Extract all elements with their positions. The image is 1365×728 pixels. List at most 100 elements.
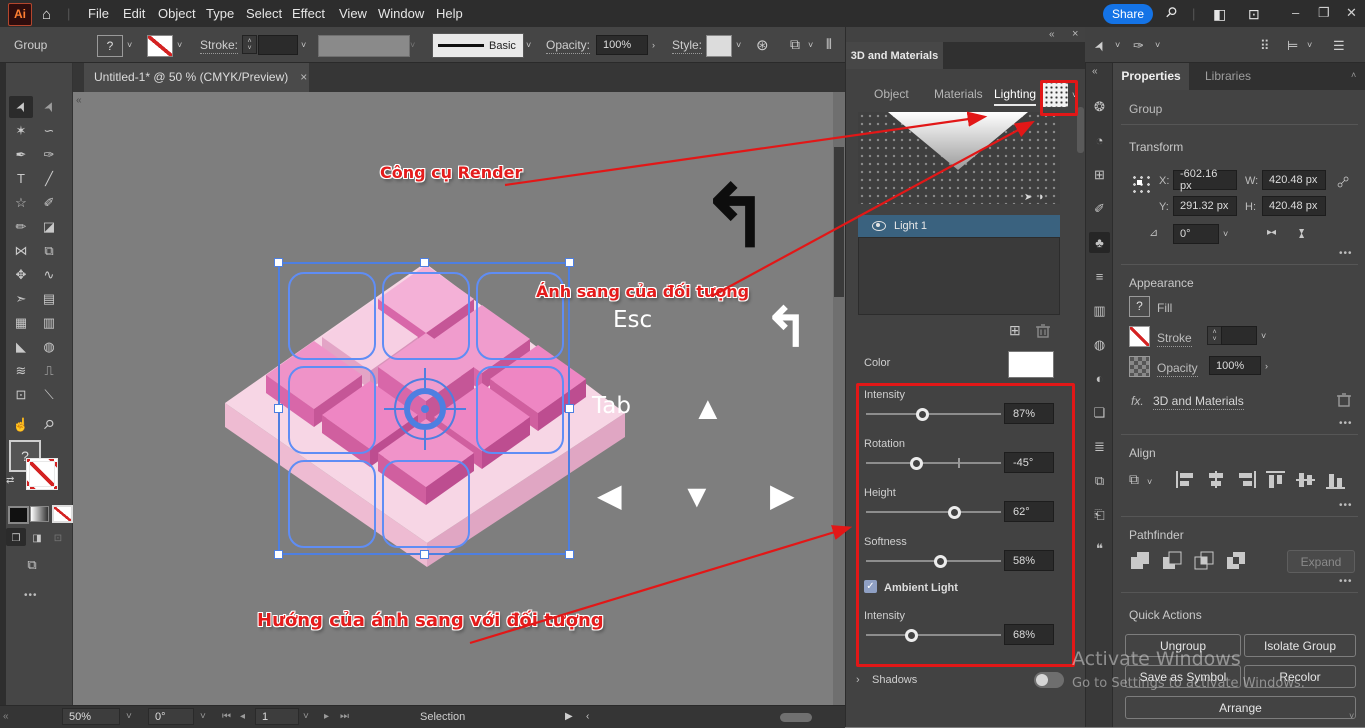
ungroup-button[interactable]: Ungroup <box>1125 634 1241 657</box>
swap-fill-stroke-icon[interactable]: ⇄ <box>6 476 14 486</box>
shape-tool[interactable]: ☆ <box>9 192 33 214</box>
chevron-down-icon[interactable]: ˅ <box>1223 229 1228 239</box>
align-bottom-button[interactable] <box>1325 470 1347 490</box>
reference-point-grid[interactable] <box>1129 172 1150 193</box>
fx-3d-materials-link[interactable]: 3D and Materials <box>1153 394 1244 410</box>
slice-tool[interactable]: ⟍ <box>37 384 61 406</box>
forward-light-icon[interactable]: ➤ <box>1024 193 1032 203</box>
transparency-panel-icon[interactable]: ◍ <box>1089 334 1110 355</box>
chevron-down-icon[interactable]: ˅ <box>127 40 132 50</box>
menu-view[interactable]: View <box>339 6 367 21</box>
chevron-down-icon[interactable]: ˅ <box>200 711 206 722</box>
artboard-tool[interactable]: ⊡ <box>9 384 33 406</box>
menu-window[interactable]: Window <box>378 6 424 21</box>
minimize-button[interactable]: – <box>1292 5 1299 20</box>
fill-swatch[interactable]: ? <box>1129 296 1150 317</box>
menu-effect[interactable]: Effect <box>292 6 325 21</box>
eraser-tool[interactable]: ◪ <box>37 216 61 238</box>
zoom-tool[interactable]: ⚲ <box>37 414 61 436</box>
more-options-icon[interactable]: ••• <box>1339 576 1353 587</box>
menu-type[interactable]: Type <box>206 6 234 21</box>
previous-artboard-icon[interactable]: ◂ <box>240 711 245 722</box>
pathfinder-intersect-button[interactable] <box>1193 550 1215 570</box>
caret-down-icon[interactable]: ˅ <box>1212 336 1216 343</box>
expand-button[interactable]: Expand <box>1287 550 1355 573</box>
isolate-group-button[interactable]: Isolate Group <box>1244 634 1356 657</box>
close-tab-icon[interactable]: × <box>300 70 307 84</box>
menu-edit[interactable]: Edit <box>123 6 145 21</box>
light-color-swatch[interactable] <box>1008 351 1054 378</box>
save-as-symbol-button[interactable]: Save as Symbol <box>1125 665 1241 688</box>
selection-handle[interactable] <box>565 550 574 559</box>
graphic-styles-panel-icon[interactable]: ❏ <box>1089 402 1110 423</box>
line-segment-tool[interactable]: ╱ <box>37 168 61 190</box>
chevron-right-icon[interactable]: › <box>1265 361 1268 371</box>
stroke-label[interactable]: Stroke: <box>200 38 238 54</box>
comments-panel-icon[interactable]: ❝ <box>1089 538 1110 559</box>
eyedropper-tool[interactable]: ◣ <box>9 336 33 358</box>
chevron-down-icon[interactable]: ˅ <box>177 40 182 50</box>
align-right-button[interactable] <box>1235 470 1257 490</box>
delete-effect-icon[interactable] <box>1337 392 1351 407</box>
chevron-down-icon[interactable]: ˅ <box>1155 40 1160 50</box>
shaper-tool[interactable]: ∿ <box>37 264 61 286</box>
add-light-icon[interactable]: ⊞ <box>1009 323 1021 337</box>
stroke-swatch[interactable] <box>1129 326 1150 347</box>
chevron-down-icon[interactable]: ˅ <box>1147 477 1152 487</box>
rotate-field[interactable]: 0° <box>1173 224 1219 244</box>
stroke-width-stepper[interactable]: ˄ ˅ <box>1207 326 1222 345</box>
draw-behind-mode[interactable]: ◨ <box>27 528 47 546</box>
asset-export-panel-icon[interactable]: ⎗ <box>1089 504 1110 525</box>
fill-swatch[interactable]: ? <box>97 35 123 57</box>
panel-flow-icon[interactable]: ⊨ <box>1287 38 1298 54</box>
menu-help[interactable]: Help <box>436 6 463 21</box>
brushes-panel-icon[interactable]: ✐ <box>1089 198 1110 219</box>
recolor-button[interactable]: Recolor <box>1244 665 1356 688</box>
document-tab[interactable]: Untitled-1* @ 50 % (CMYK/Preview) × <box>84 62 309 92</box>
artboard-number-field[interactable]: 1 <box>255 708 299 725</box>
width-profile-dropdown[interactable] <box>318 35 410 57</box>
chevrons-left-icon[interactable]: « <box>3 712 9 722</box>
illustrator-logo-icon[interactable]: Ai <box>8 3 32 26</box>
caret-up-icon[interactable]: ˄ <box>247 38 251 45</box>
scrollbar-thumb[interactable] <box>834 147 844 297</box>
align-objects-icon[interactable]: ⫴ <box>826 36 832 53</box>
chevron-down-icon[interactable]: ˅ <box>301 40 306 50</box>
gradient-tool[interactable]: ▥ <box>37 312 61 334</box>
chevrons-left-icon[interactable]: « <box>1049 30 1055 40</box>
anchor-cursor-icon[interactable]: ✑ <box>1133 38 1144 54</box>
document-setup-icon[interactable]: ⧉ <box>790 36 800 53</box>
delete-light-icon[interactable] <box>1036 323 1050 338</box>
paintbrush-tool[interactable]: ✐ <box>37 192 61 214</box>
stroke-width-field[interactable] <box>258 35 298 55</box>
lasso-tool[interactable]: ∽ <box>37 120 61 142</box>
y-field[interactable]: 291.32 px <box>1173 196 1237 216</box>
puppet-warp-tool[interactable]: ✥ <box>9 264 33 286</box>
gradient-panel-icon[interactable]: ▥ <box>1089 300 1110 321</box>
color-guide-panel-icon[interactable]: ◔ <box>1089 130 1110 151</box>
chevron-right-icon[interactable]: › <box>652 40 655 50</box>
opacity-label[interactable]: Opacity <box>1157 361 1198 377</box>
direct-selection-tool[interactable]: ➤ <box>37 96 61 118</box>
light-target-widget[interactable] <box>382 366 468 452</box>
chevron-down-icon[interactable]: ˅ <box>1115 40 1120 50</box>
play-icon[interactable]: ▶ <box>565 711 573 722</box>
stroke-panel-icon[interactable]: ≡ <box>1089 266 1110 287</box>
chevron-down-icon[interactable]: ˅ <box>736 40 741 50</box>
selection-tool[interactable]: ➤ <box>9 96 33 118</box>
light-list[interactable] <box>858 237 1060 315</box>
pathfinder-minus-front-button[interactable] <box>1161 550 1183 570</box>
chevron-left-icon[interactable]: ‹ <box>586 711 589 722</box>
artboards-panel-icon[interactable]: ⧉ <box>1089 470 1110 491</box>
shadows-expander-icon[interactable]: › <box>856 675 860 686</box>
share-button[interactable]: Share <box>1103 4 1153 24</box>
more-tools-icon[interactable]: ••• <box>24 590 38 601</box>
flip-vertical-icon[interactable]: ▸◂ <box>1296 229 1306 237</box>
chevron-down-icon[interactable]: ˅ <box>526 40 531 50</box>
chevron-down-icon[interactable]: ˅ <box>1307 40 1312 50</box>
chevron-down-icon[interactable]: ˅ <box>303 711 309 722</box>
symbols-panel-icon[interactable]: ♣ <box>1089 232 1110 253</box>
more-options-icon[interactable]: ••• <box>1339 418 1353 429</box>
more-options-icon[interactable]: ••• <box>1339 500 1353 511</box>
style-swatch[interactable] <box>706 35 732 57</box>
